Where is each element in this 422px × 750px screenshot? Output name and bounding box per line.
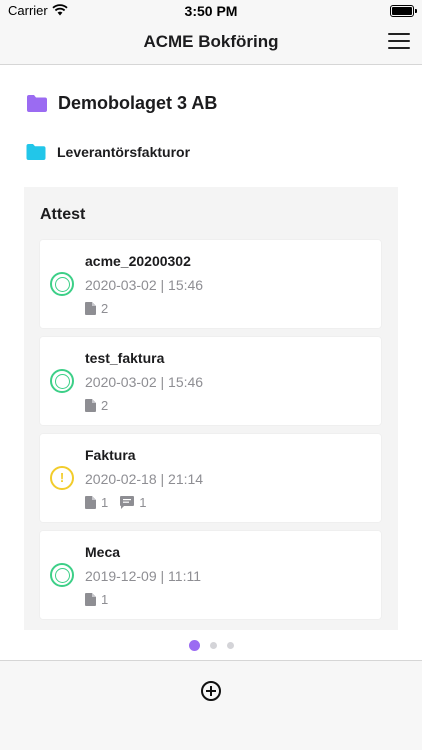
- card-name: acme_20200302: [85, 253, 191, 269]
- folder-link-leverantorsfakturor[interactable]: Leverantörsfakturor: [26, 141, 190, 163]
- folder-icon: [27, 94, 47, 112]
- status-ok-icon: [50, 563, 74, 587]
- battery-icon: [390, 5, 417, 17]
- folder-name: Leverantörsfakturor: [57, 144, 191, 160]
- page-dot-3[interactable]: [226, 641, 234, 649]
- status-time: 3:50 PM: [184, 3, 238, 19]
- plus-circle-icon[interactable]: [201, 681, 221, 701]
- attest-card[interactable]: Meca 2019-12-09 | 11:11 1: [40, 531, 381, 619]
- page-indicator: [0, 639, 422, 651]
- document-icon: [85, 495, 96, 509]
- navigation-bar: ACME Bokföring: [0, 22, 422, 65]
- document-count: 2: [101, 397, 109, 413]
- card-date: 2020-03-02 | 15:46: [85, 277, 204, 293]
- document-count: 1: [101, 591, 109, 607]
- comment-icon: [120, 495, 135, 509]
- card-date: 2020-03-02 | 15:46: [85, 374, 204, 390]
- attest-panel: Attest acme_20200302 2020-03-02 | 15:46 …: [24, 187, 398, 630]
- hamburger-menu-icon[interactable]: [388, 33, 410, 51]
- card-meta: 2: [85, 299, 108, 317]
- app-title: ACME Bokföring: [143, 32, 279, 51]
- document-icon: [85, 592, 96, 606]
- document-icon: [85, 301, 96, 315]
- attest-card[interactable]: test_faktura 2020-03-02 | 15:46 2: [40, 337, 381, 425]
- card-date: 2019-12-09 | 11:11: [85, 568, 201, 584]
- status-ok-icon: [50, 272, 74, 296]
- status-warning-icon: !: [50, 466, 74, 490]
- bottom-toolbar: [0, 660, 422, 750]
- document-icon: [85, 398, 96, 412]
- folder-icon: [26, 144, 46, 160]
- card-meta: 2: [85, 396, 108, 414]
- page-dot-1[interactable]: [188, 639, 200, 651]
- attest-card[interactable]: acme_20200302 2020-03-02 | 15:46 2: [40, 240, 381, 328]
- card-meta: 1 1: [85, 493, 146, 511]
- document-count: 2: [101, 300, 109, 316]
- status-bar: Carrier 3:50 PM: [0, 0, 422, 22]
- document-count: 1: [101, 494, 109, 510]
- attest-title: Attest: [40, 206, 86, 223]
- card-meta: 1: [85, 590, 108, 608]
- card-name: Meca: [85, 544, 121, 560]
- company-name: Demobolaget 3 AB: [58, 92, 218, 113]
- company-header: Demobolaget 3 AB: [26, 90, 217, 116]
- page-dot-2[interactable]: [209, 641, 217, 649]
- attest-card[interactable]: ! Faktura 2020-02-18 | 21:14 1 1: [40, 434, 381, 522]
- card-name: test_faktura: [85, 350, 165, 366]
- card-date: 2020-02-18 | 21:14: [85, 471, 204, 487]
- status-ok-icon: [50, 369, 74, 393]
- comment-count: 1: [139, 494, 147, 510]
- card-name: Faktura: [85, 447, 136, 463]
